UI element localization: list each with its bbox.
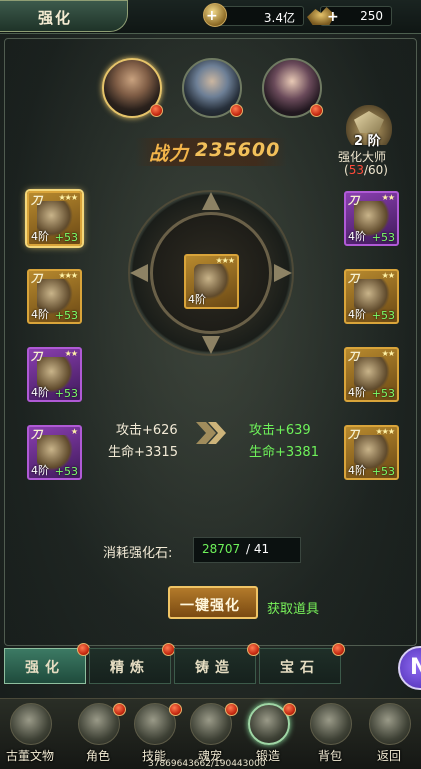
selected-equipment[interactable]: ★★★ 4阶 xyxy=(184,254,239,309)
current-hp: 生命+3315 xyxy=(108,445,178,460)
next-hp: 生命+3381 xyxy=(249,445,319,460)
ingot-value: 250 xyxy=(360,9,383,23)
add-ingot-icon[interactable]: + xyxy=(327,9,339,25)
equip-slot-gloves[interactable]: 刀 ★ 4阶 +53 xyxy=(27,425,82,480)
next-attack: 攻击+639 xyxy=(249,423,311,438)
nav-pet[interactable]: 魂宠 xyxy=(182,699,238,765)
forge-screen: 强化 + 3.4亿 + 250 战力 235600 2 阶 强化大师 (53/6… xyxy=(0,0,421,769)
hero-portrait-3[interactable] xyxy=(262,58,323,118)
equip-slot-boots[interactable]: 刀 ★★ 4阶 +53 xyxy=(344,347,399,402)
equip-slot-ring[interactable]: 刀 ★★★ 4阶 +53 xyxy=(344,425,399,480)
master-progress: (53/60) xyxy=(344,163,388,177)
one-key-label: 一键强化 xyxy=(180,598,240,614)
power-value: 235600 xyxy=(195,139,281,161)
nav-antique[interactable]: 古董文物 xyxy=(2,699,58,765)
get-items-link[interactable]: 获取道具 xyxy=(267,598,319,617)
notification-badge xyxy=(150,104,163,117)
player-id: 37869643662/190443000 xyxy=(148,759,266,769)
notification-badge xyxy=(225,703,238,716)
nav-forge[interactable]: 锻造 xyxy=(240,699,296,765)
tab-strengthen[interactable]: 强化 xyxy=(4,643,90,684)
cost-box: 28707 / 41 xyxy=(193,537,301,563)
antique-icon xyxy=(10,703,52,745)
nav-return[interactable]: 返回 xyxy=(361,699,417,765)
tab-gem[interactable]: 宝石 xyxy=(259,643,345,684)
stone-owned: 28707 xyxy=(202,542,241,556)
coin-icon[interactable]: + xyxy=(203,3,227,27)
nav-character[interactable]: 角色 xyxy=(70,699,126,765)
tab-refine[interactable]: 精炼 xyxy=(89,643,175,684)
one-key-strengthen-button[interactable]: 一键强化 xyxy=(168,586,258,619)
silver-value: 3.4亿 xyxy=(263,11,295,25)
page-title: 强化 xyxy=(38,9,73,27)
current-attack: 攻击+626 xyxy=(116,423,178,438)
equip-slot-weapon[interactable]: 刀 ★★★ 4阶 +53 xyxy=(27,191,82,246)
hero-portrait-1[interactable] xyxy=(102,58,163,118)
notification-badge xyxy=(332,643,345,656)
nav-skill[interactable]: 技能 xyxy=(126,699,182,765)
title-tab: 强化 xyxy=(0,0,128,32)
notification-badge xyxy=(283,703,296,716)
bag-icon xyxy=(310,703,352,745)
equip-slot-helmet[interactable]: 刀 ★★ 4阶 +53 xyxy=(344,191,399,246)
nav-bag[interactable]: 背包 xyxy=(302,699,358,765)
upgrade-arrow-icon xyxy=(194,420,228,446)
power-label: 战力 xyxy=(149,143,190,165)
silver-display[interactable]: + 3.4亿 xyxy=(203,3,304,27)
combat-power: 战力 235600 xyxy=(135,138,287,166)
notification-badge xyxy=(169,703,182,716)
tab-cast[interactable]: 铸造 xyxy=(174,643,260,684)
add-silver-icon[interactable]: + xyxy=(206,8,218,24)
equip-slot-necklace[interactable]: 刀 ★★ 4阶 +53 xyxy=(344,269,399,324)
forge-tabs: 强化 精炼 铸造 宝石 xyxy=(4,643,417,688)
hero-portrait-2[interactable] xyxy=(182,58,243,118)
return-icon xyxy=(369,703,411,745)
stone-required: / 41 xyxy=(246,542,270,556)
assistant-letter: N xyxy=(410,655,421,680)
ingot-display[interactable]: + 250 xyxy=(307,6,392,26)
notification-badge xyxy=(113,703,126,716)
equip-slot-belt[interactable]: 刀 ★★ 4阶 +53 xyxy=(27,347,82,402)
notification-badge xyxy=(230,104,243,117)
notification-badge xyxy=(310,104,323,117)
cost-label: 消耗强化石: xyxy=(103,546,173,561)
top-bar: 强化 + 3.4亿 + 250 xyxy=(0,0,421,34)
equip-slot-armor[interactable]: 刀 ★★★ 4阶 +53 xyxy=(27,269,82,324)
master-rank: 2 阶 xyxy=(354,134,381,149)
